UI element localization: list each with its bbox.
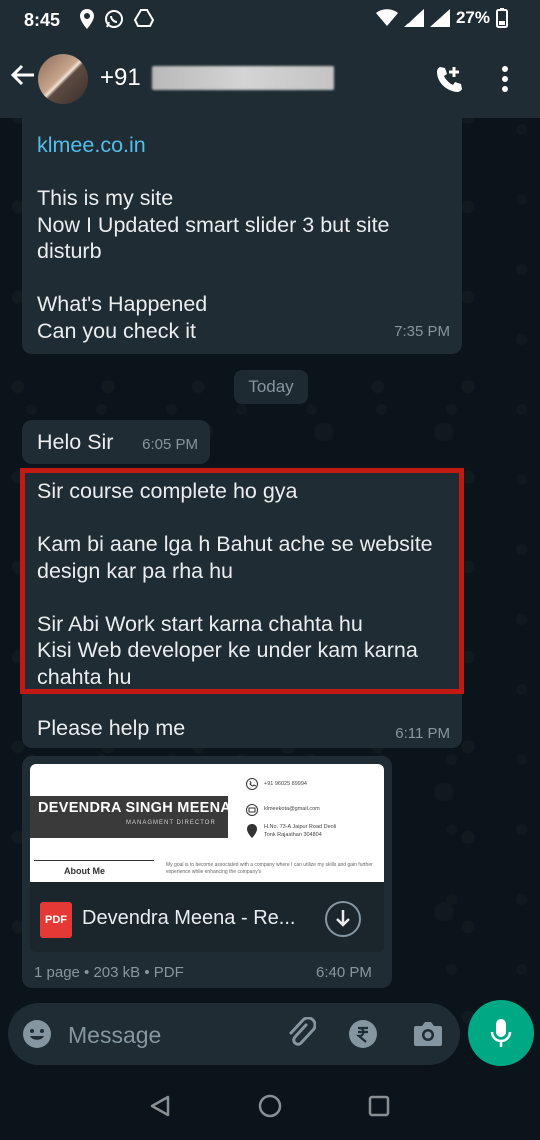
message-time: 6:05 PM (142, 435, 198, 453)
nav-home-icon[interactable] (258, 1094, 282, 1118)
preview-phone: +91 96025 89994 (264, 781, 307, 787)
email-icon (246, 804, 258, 816)
message-line (37, 265, 390, 292)
rupee-payment-icon[interactable] (348, 1019, 378, 1049)
drive-icon (134, 9, 154, 27)
mic-icon (490, 1019, 512, 1047)
mic-button[interactable] (468, 1000, 534, 1066)
document-file-name[interactable]: Devendra Meena - Re... (82, 907, 295, 930)
preview-subtitle: MANAGMENT DIRECTOR (126, 820, 216, 826)
location-icon (80, 9, 94, 29)
signal-icon (429, 9, 450, 27)
preview-address: Tonk Rajasthan 304804 (264, 832, 322, 838)
preview-about-heading: About Me (64, 866, 105, 876)
message-line: Now I Updated smart slider 3 but site (37, 212, 390, 237)
add-call-icon[interactable] (434, 64, 464, 94)
status-system-icons: 27% (375, 8, 508, 28)
pdf-icon: PDF (40, 902, 72, 938)
message-bubble[interactable]: Helo Sir 6:05 PM (22, 420, 210, 464)
message-text: Please help me (37, 716, 186, 740)
status-notification-icons (80, 9, 154, 29)
location-pin-icon (247, 824, 257, 838)
nav-back-icon[interactable] (148, 1094, 172, 1118)
message-bubble[interactable]: klmee.co.in This is my site Now I Update… (22, 110, 462, 354)
preview-about-text: My goal is to become associated with a c… (166, 862, 373, 875)
message-time: 7:35 PM (394, 322, 450, 340)
message-line: This is my site (37, 186, 174, 210)
more-options-icon[interactable] (500, 66, 510, 92)
back-arrow-icon[interactable] (10, 62, 36, 88)
battery-icon (496, 8, 508, 28)
message-time: 6:40 PM (316, 964, 372, 981)
message-time: 6:11 PM (395, 724, 450, 742)
status-bar: 8:45 27% (0, 0, 540, 40)
preview-email: klmeekota@gmail.com (264, 806, 320, 812)
preview-divider (34, 860, 154, 861)
attach-icon[interactable] (286, 1017, 316, 1049)
redacted-number (152, 66, 334, 90)
document-preview[interactable]: DEVENDRA SINGH MEENA MANAGMENT DIRECTOR … (30, 764, 384, 882)
status-time: 8:45 (24, 10, 61, 30)
message-line: What's Happened (37, 292, 208, 316)
contact-phone-number[interactable]: +91 (100, 64, 141, 92)
download-icon[interactable] (324, 900, 362, 938)
signal-icon (403, 9, 424, 27)
preview-address: H.No. 73-A Jaipur Road Deoli (264, 824, 337, 830)
camera-icon[interactable] (412, 1020, 444, 1048)
battery-percent: 27% (455, 8, 490, 27)
document-file-row[interactable]: PDF Devendra Meena - Re... (30, 882, 384, 952)
document-meta: 1 page • 203 kB • PDF (34, 964, 184, 981)
wifi-icon (375, 9, 398, 26)
date-chip: Today (234, 370, 308, 404)
message-input[interactable] (66, 1017, 270, 1053)
system-nav-bar (0, 1072, 540, 1140)
emoji-icon[interactable] (22, 1019, 52, 1049)
message-text: Helo Sir (37, 430, 114, 454)
nav-recent-apps-icon[interactable] (368, 1095, 390, 1117)
chat-header: +91 (0, 40, 540, 118)
whatsapp-icon (105, 10, 123, 28)
highlight-annotation (20, 468, 464, 694)
avatar[interactable] (38, 54, 88, 104)
message-line: disturb (37, 239, 102, 263)
phone-icon (246, 778, 258, 790)
message-link[interactable]: klmee.co.in (37, 132, 146, 159)
preview-name: DEVENDRA SINGH MEENA (38, 800, 232, 816)
message-line: Can you check it (37, 318, 196, 343)
message-input-bar (8, 1003, 460, 1065)
